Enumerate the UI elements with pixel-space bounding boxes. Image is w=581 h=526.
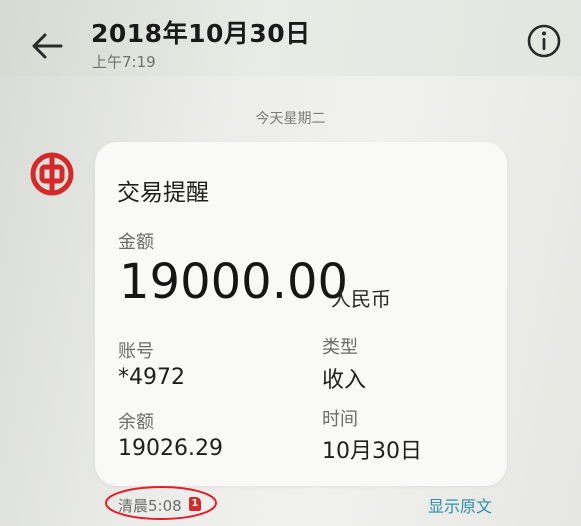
account-label: 账号 bbox=[118, 341, 154, 362]
annotation-circle bbox=[105, 486, 217, 520]
info-button[interactable] bbox=[525, 22, 563, 60]
info-circle-icon bbox=[527, 24, 561, 58]
amount-label: 金额 bbox=[118, 232, 154, 253]
type-value: 收入 bbox=[322, 368, 367, 393]
type-label: 类型 bbox=[322, 337, 358, 358]
balance-value: 19026.29 bbox=[118, 436, 223, 461]
amount-unit: 人民币 bbox=[331, 287, 391, 311]
date-separator: 今天星期二 bbox=[255, 111, 326, 127]
sender-avatar[interactable] bbox=[30, 152, 74, 196]
time-label: 时间 bbox=[322, 409, 358, 430]
conversation-subtitle: 上午7:19 bbox=[92, 53, 156, 71]
arrow-left-icon bbox=[32, 33, 63, 59]
bank-of-china-logo bbox=[30, 152, 74, 196]
top-bar: 2018年10月30日 上午7:19 bbox=[0, 0, 581, 76]
amount-value: 19000.00 bbox=[119, 254, 349, 310]
conversation-title: 2018年10月30日 bbox=[91, 19, 311, 48]
message-bubble[interactable]: 交易提醒 金额 19000.00 人民币 账号 *4972 类型 收入 余额 1… bbox=[95, 142, 507, 486]
account-value: *4972 bbox=[118, 365, 185, 390]
message-title: 交易提醒 bbox=[117, 180, 209, 206]
show-original-link[interactable]: 显示原文 bbox=[428, 493, 492, 517]
time-value: 10月30日 bbox=[322, 439, 422, 464]
back-button[interactable] bbox=[28, 26, 68, 66]
balance-label: 余额 bbox=[118, 412, 154, 433]
